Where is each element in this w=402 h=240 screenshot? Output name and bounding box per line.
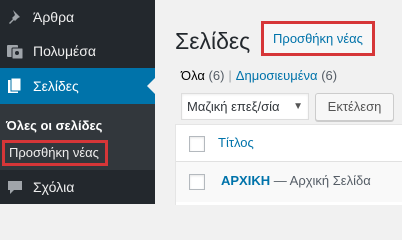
add-new-page-button[interactable]: Προσθήκη νέας [261,21,375,56]
admin-sidebar: Άρθρα Πολυμέσα Σελίδες Όλες οι σελίδες Π… [0,0,155,204]
media-icon [6,42,24,60]
sidebar-item-articles[interactable]: Άρθρα [0,0,155,34]
sidebar-item-pages[interactable]: Σελίδες [0,68,155,104]
filter-published-count: (6) [321,68,338,83]
sidebar-item-label: Πολυμέσα [33,43,96,59]
filter-published[interactable]: Δημοσιευμένα [236,68,318,83]
comment-icon [6,178,24,196]
status-filters: Όλα (6) | Δημοσιευμένα (6) [181,68,337,83]
row-title: ΑΡΧΙΚΗ — Αρχική Σελίδα [221,173,371,188]
page-title-link[interactable]: ΑΡΧΙΚΗ [221,173,270,188]
page-state-label: — Αρχική Σελίδα [273,173,371,188]
pages-icon [6,77,24,95]
page-title: Σελίδες [175,28,251,54]
submenu-add-new[interactable]: Προσθήκη νέας [2,140,108,166]
pages-submenu: Όλες οι σελίδες Προσθήκη νέας [0,104,155,170]
main-content: Σελίδες Προσθήκη νέας Όλα (6) | Δημοσιευμέ… [155,0,402,205]
pages-table: Τίτλος ΑΡΧΙΚΗ — Αρχική Σελίδα [175,124,402,205]
bulk-actions-select[interactable]: Μαζική επεξ/σία ▼ [181,93,309,120]
sidebar-item-comments[interactable]: Σχόλια [0,170,155,204]
chevron-down-icon: ▼ [293,101,303,112]
sidebar-item-label: Σχόλια [33,179,75,195]
filter-all[interactable]: Όλα (6) [181,68,224,83]
column-title-header[interactable]: Τίτλος [218,135,254,150]
submenu-all-pages[interactable]: Όλες οι σελίδες [6,118,102,133]
filter-separator: | [228,68,232,83]
select-all-checkbox[interactable] [189,136,205,152]
table-header-row: Τίτλος [176,125,402,162]
sidebar-item-label: Άρθρα [33,9,75,25]
sidebar-item-media[interactable]: Πολυμέσα [0,34,155,68]
row-checkbox[interactable] [189,174,205,190]
bulk-actions-value: Μαζική επεξ/σία [187,99,280,114]
apply-button[interactable]: Εκτέλεση [315,93,394,121]
filter-all-count: (6) [208,68,225,83]
table-row: ΑΡΧΙΚΗ — Αρχική Σελίδα [176,162,402,202]
pin-icon [6,8,24,26]
sidebar-item-label: Σελίδες [33,78,79,94]
